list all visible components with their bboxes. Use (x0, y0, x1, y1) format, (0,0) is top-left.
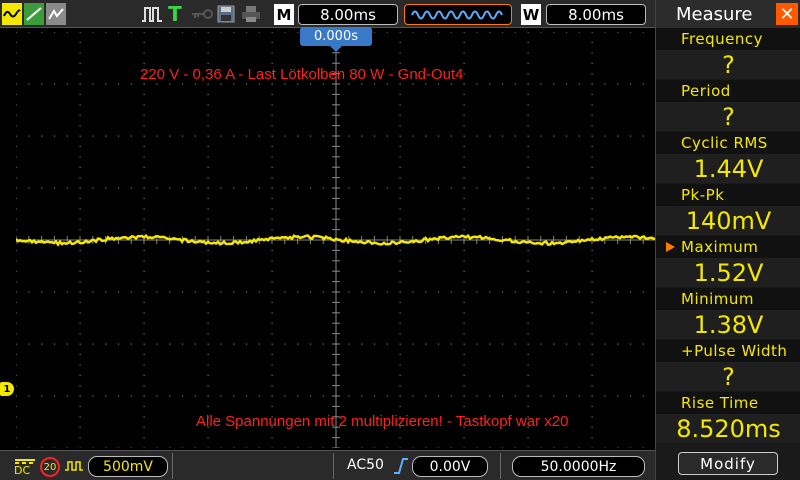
dc-coupling-icon[interactable]: DC (13, 456, 37, 476)
measure-label-maximum[interactable]: Maximum (656, 236, 800, 258)
invert-square-icon[interactable] (64, 458, 84, 478)
reference-waveform-icon[interactable] (46, 3, 66, 25)
measure-label-frequency[interactable]: Frequency (656, 28, 800, 50)
bottom-status-bar: DC 20 500mV AC50 0.00V 50.0000Hz (0, 450, 655, 480)
measure-value-maximum: 1.52V (656, 258, 800, 287)
window-mode-letter: W (521, 4, 541, 25)
trigger-position-marker[interactable]: 0.000s (300, 27, 372, 46)
close-icon[interactable]: ✕ (776, 3, 798, 25)
measure-label-pulse-width[interactable]: +Pulse Width (656, 340, 800, 362)
measure-value-pk-pk: 140mV (656, 206, 800, 235)
measure-value-period: ? (656, 102, 800, 131)
window-position-indicator[interactable] (404, 4, 512, 25)
channel-waveform-icon[interactable] (2, 3, 22, 25)
separator (333, 453, 334, 479)
trigger-t-icon[interactable]: T (166, 3, 184, 25)
measure-panel-title: Measure (676, 4, 753, 25)
save-disk-icon[interactable] (216, 3, 236, 25)
frequency-counter-readout[interactable]: 50.0000Hz (512, 456, 645, 477)
measure-label-rise-time[interactable]: Rise Time (656, 392, 800, 414)
measure-value-frequency: ? (656, 50, 800, 79)
separator (172, 453, 173, 479)
trigger-source-label: AC50 (347, 457, 384, 473)
bandwidth-limit-badge[interactable]: 20 (40, 457, 60, 477)
channel-1-ground-marker[interactable]: 1 (0, 382, 14, 396)
key-lock-icon[interactable] (190, 3, 214, 25)
measure-value-minimum: 1.38V (656, 310, 800, 339)
measure-label-minimum[interactable]: Minimum (656, 288, 800, 310)
measure-panel: Measure ✕ Frequency ? Period ? Cyclic RM… (655, 0, 800, 480)
selected-item-arrow-icon (666, 242, 675, 252)
timebase-mode-letter: M (274, 4, 294, 25)
measure-value-pulse-width: ? (656, 362, 800, 391)
waveform-display[interactable]: 220 V - 0,36 A - Last Lötkolben 80 W - G… (16, 32, 656, 448)
top-toolbar: T M 8.00ms W 8.00ms (0, 0, 655, 28)
math-slope-icon[interactable] (24, 3, 44, 25)
modify-button[interactable]: Modify (678, 452, 778, 475)
measure-label-pk-pk[interactable]: Pk-Pk (656, 184, 800, 206)
top-annotation: 220 V - 0,36 A - Last Lötkolben 80 W - G… (140, 66, 464, 83)
separator (500, 453, 501, 479)
window-timebase-readout[interactable]: 8.00ms (546, 4, 646, 25)
measure-label-period[interactable]: Period (656, 80, 800, 102)
bottom-annotation: Alle Spannungen mit 2 multiplizieren! - … (196, 413, 568, 430)
rising-edge-icon[interactable] (393, 457, 409, 479)
coupling-label: DC (14, 464, 30, 477)
print-icon[interactable] (240, 3, 262, 25)
measure-panel-header: Measure ✕ (656, 0, 800, 28)
measure-value-rise-time: 8.520ms (656, 414, 800, 443)
measure-label-cyclic-rms[interactable]: Cyclic RMS (656, 132, 800, 154)
measure-value-cyclic-rms: 1.44V (656, 154, 800, 183)
trigger-level-readout[interactable]: 0.00V (412, 456, 488, 477)
volts-per-div-readout[interactable]: 500mV (88, 456, 168, 477)
run-pulse-icon[interactable] (140, 3, 164, 25)
channel-1-trace (16, 32, 656, 448)
timebase-readout[interactable]: 8.00ms (298, 4, 398, 25)
